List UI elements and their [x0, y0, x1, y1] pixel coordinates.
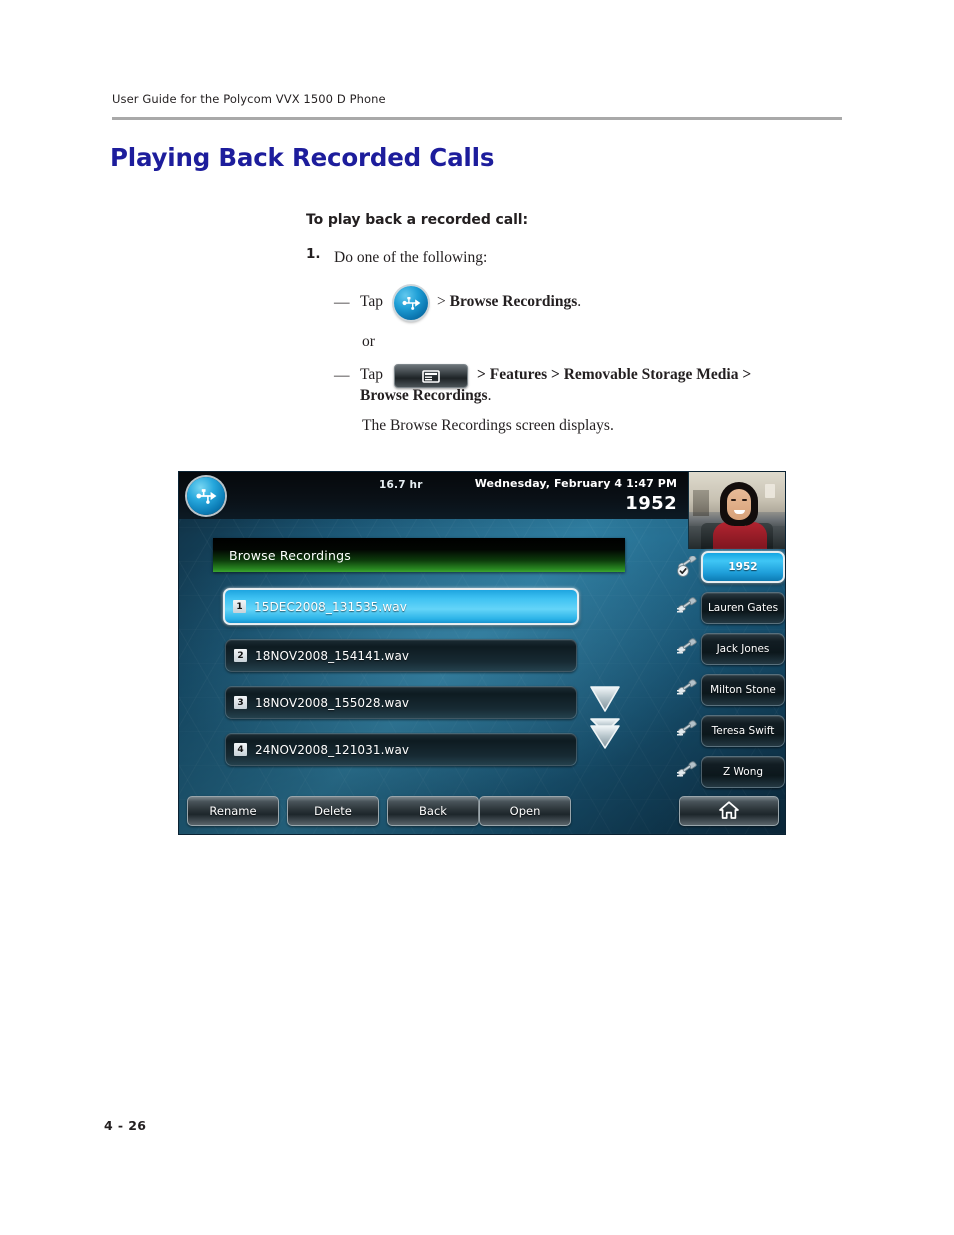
list-item-index: 4	[234, 743, 247, 756]
alternative-one-period: .	[577, 293, 582, 311]
home-button[interactable]	[679, 796, 779, 826]
handset-icon	[675, 679, 701, 701]
menu-hard-key-icon	[394, 364, 469, 389]
alternative-two: — Tap > Features > Removable Storage Med…	[334, 363, 866, 389]
page-number: 4 - 26	[104, 1118, 147, 1133]
alternative-two-path: > Features > Removable Storage Media >	[477, 366, 752, 384]
alternative-two-continued: Browse Recordings.	[360, 387, 866, 405]
list-item[interactable]: 1 15DEC2008_131535.wav	[223, 588, 579, 625]
handset-icon	[675, 597, 701, 619]
status-extension: 1952	[625, 493, 677, 514]
video-person-face	[727, 489, 751, 520]
procedure-result: The Browse Recordings screen displays.	[362, 417, 614, 435]
handset-icon	[675, 638, 701, 660]
video-wall-light	[765, 484, 775, 498]
line-key-button[interactable]: 1952	[701, 551, 785, 583]
scroll-down-icon[interactable]	[587, 684, 623, 714]
scroll-controls	[587, 684, 627, 751]
running-head: User Guide for the Polycom VVX 1500 D Ph…	[112, 92, 386, 106]
alternative-one-separator: >	[437, 293, 446, 311]
list-item-label: 15DEC2008_131535.wav	[254, 599, 407, 614]
list-item[interactable]: 3 18NOV2008_155028.wav	[225, 686, 577, 719]
procedure-step-1: 1. Do one of the following:	[306, 246, 866, 269]
scroll-page-down-icon[interactable]	[587, 717, 623, 751]
list-item[interactable]: 4 24NOV2008_121031.wav	[225, 733, 577, 766]
alternative-one-target: Browse Recordings	[449, 293, 578, 311]
step-text: Do one of the following:	[334, 249, 488, 266]
video-person-eye-right	[742, 499, 747, 501]
line-key-row: Z Wong	[675, 755, 785, 789]
line-key-button[interactable]: Lauren Gates	[701, 592, 785, 624]
usb-icon[interactable]	[187, 477, 225, 515]
delete-button[interactable]: Delete	[287, 796, 379, 826]
tap-label: Tap	[360, 366, 384, 384]
list-item-index: 3	[234, 696, 247, 709]
bullet-dash: —	[334, 293, 350, 311]
near-end-video-thumbnail[interactable]	[688, 472, 785, 549]
screen-title-bar: Browse Recordings	[213, 538, 625, 572]
line-key-button[interactable]: Z Wong	[701, 756, 785, 788]
procedure-heading: To play back a recorded call:	[306, 212, 528, 228]
line-key-row: Lauren Gates	[675, 591, 785, 625]
line-key-row: Jack Jones	[675, 632, 785, 666]
line-key-button[interactable]: Milton Stone	[701, 674, 785, 706]
list-item-label: 18NOV2008_154141.wav	[255, 648, 410, 663]
line-key-button[interactable]: Jack Jones	[701, 633, 785, 665]
rename-button[interactable]: Rename	[187, 796, 279, 826]
procedure-block: To play back a recorded call: 1. Do one …	[306, 212, 866, 435]
handset-icon	[675, 761, 701, 783]
document-page: User Guide for the Polycom VVX 1500 D Ph…	[0, 0, 954, 1235]
list-item[interactable]: 2 18NOV2008_154141.wav	[225, 639, 577, 672]
line-key-button[interactable]: Teresa Swift	[701, 715, 785, 747]
bullet-dash: —	[334, 366, 350, 384]
alternative-two-period: .	[487, 387, 492, 405]
recordings-list: 1 15DEC2008_131535.wav 2 18NOV2008_15414…	[223, 588, 579, 780]
screen-title-label: Browse Recordings	[229, 547, 351, 563]
list-item-index: 2	[234, 649, 247, 662]
soft-key-bar: Rename Delete Back Open	[187, 796, 779, 826]
tap-label: Tap	[360, 293, 384, 311]
handset-icon	[675, 720, 701, 742]
list-item-label: 24NOV2008_121031.wav	[255, 742, 410, 757]
list-item-label: 18NOV2008_155028.wav	[255, 695, 410, 710]
status-date-time: Wednesday, February 4 1:47 PM	[474, 477, 677, 490]
line-key-row: Milton Stone	[675, 673, 785, 707]
procedure-alternatives: — Tap > Browse Recordings . or — Tap > F…	[334, 285, 866, 435]
line-key-row: Teresa Swift	[675, 714, 785, 748]
usb-round-button-icon	[394, 286, 429, 321]
line-key-column: 1952 Lauren Gates Jack Jones Milton Ston…	[675, 550, 785, 796]
handset-registered-icon	[675, 556, 701, 578]
line-key-row: 1952	[675, 550, 785, 584]
phone-screen-figure: 16.7 hr Wednesday, February 4 1:47 PM 19…	[178, 471, 786, 835]
back-button[interactable]: Back	[387, 796, 479, 826]
video-wall-panel	[693, 490, 709, 516]
header-rule	[112, 117, 842, 120]
open-button[interactable]: Open	[479, 796, 571, 826]
page-title: Playing Back Recorded Calls	[110, 143, 495, 172]
list-item-index: 1	[233, 600, 246, 613]
step-number: 1.	[306, 246, 321, 262]
alternatives-or: or	[362, 333, 375, 351]
recording-capacity: 16.7 hr	[379, 479, 423, 491]
video-person-eye-left	[731, 499, 736, 501]
alternative-two-target: Browse Recordings	[360, 387, 488, 405]
video-person-body	[713, 522, 767, 549]
alternative-one: — Tap > Browse Recordings .	[334, 285, 866, 321]
home-icon	[718, 800, 740, 823]
